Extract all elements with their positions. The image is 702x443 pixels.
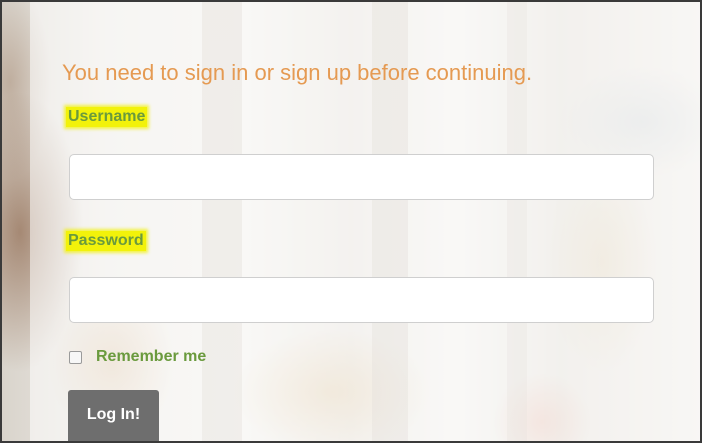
remember-me-checkbox[interactable] — [69, 350, 82, 364]
remember-me-row[interactable]: Remember me — [69, 348, 206, 366]
sign-in-notice: You need to sign in or sign up before co… — [62, 60, 533, 85]
password-label: Password — [66, 231, 146, 251]
remember-me-label[interactable]: Remember me — [96, 348, 206, 366]
log-in-button[interactable]: Log In! — [68, 390, 159, 441]
username-label: Username — [66, 107, 148, 127]
username-input[interactable] — [69, 154, 654, 200]
password-input[interactable] — [69, 277, 654, 323]
login-window: You need to sign in or sign up before co… — [0, 0, 702, 443]
